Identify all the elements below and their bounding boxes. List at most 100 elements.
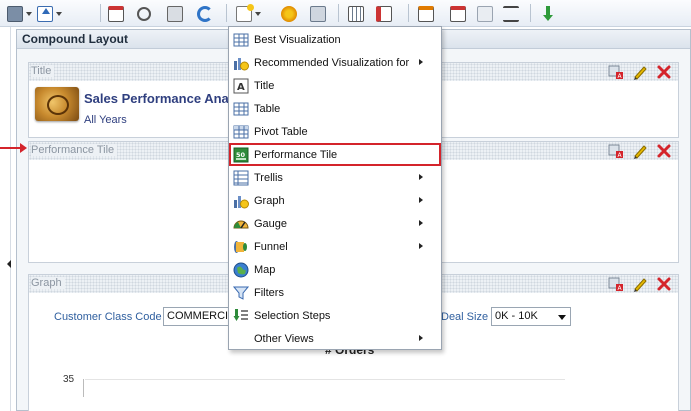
edit-pencil-icon[interactable] <box>632 276 648 292</box>
submenu-arrow-icon <box>419 335 423 341</box>
menu-item-label: Pivot Table <box>254 125 308 138</box>
graph-view-label: Graph <box>31 277 65 289</box>
view-properties-icon <box>310 5 326 22</box>
delete-view-icon <box>477 5 493 22</box>
edit-view-button[interactable] <box>376 4 392 23</box>
remove-view-icon[interactable] <box>656 143 672 159</box>
left-gutter <box>0 27 11 411</box>
menu-item-graph[interactable]: Graph <box>229 189 441 212</box>
y-axis <box>83 379 84 397</box>
graph-icon <box>234 195 249 208</box>
report-icon <box>450 5 466 22</box>
new-view-icon <box>236 3 254 22</box>
edit-pencil-icon[interactable] <box>632 143 648 159</box>
menu-item-funnel[interactable]: Funnel <box>229 235 441 258</box>
callout-arrow <box>0 147 22 149</box>
add-view-button[interactable] <box>281 4 297 23</box>
gauge-icon <box>233 220 249 228</box>
refresh-button[interactable] <box>197 4 213 23</box>
preview-icon <box>137 6 151 21</box>
submenu-arrow-icon <box>419 59 423 65</box>
download-button[interactable] <box>540 4 556 23</box>
menu-item-title[interactable]: A Title <box>229 74 441 97</box>
submenu-arrow-icon <box>419 243 423 249</box>
menu-item-recommended-visualization[interactable]: Recommended Visualization for <box>229 51 441 74</box>
view-subtitle: All Years <box>84 114 127 126</box>
menu-item-filters[interactable]: Filters <box>229 281 441 304</box>
customer-class-label: Customer Class Code <box>54 311 162 323</box>
title-logo <box>35 87 79 121</box>
schedule-icon <box>108 5 124 22</box>
format-view-icon[interactable]: A <box>608 276 624 292</box>
remove-view-icon[interactable] <box>656 64 672 80</box>
schedule-button[interactable] <box>108 4 124 23</box>
export-icon <box>37 5 53 22</box>
menu-item-performance-tile[interactable]: 50 Performance Tile <box>229 143 441 166</box>
menu-item-label: Gauge <box>254 217 288 230</box>
performance-tile-icon: 50 <box>233 147 249 162</box>
format-view-icon[interactable]: A <box>608 64 624 80</box>
filters-icon <box>233 286 249 300</box>
print-options-button[interactable] <box>167 4 183 23</box>
svg-text:50: 50 <box>236 151 246 159</box>
menu-item-gauge[interactable]: Gauge <box>229 212 441 235</box>
pivot-table-icon <box>233 125 249 138</box>
delete-view-button[interactable] <box>477 4 493 23</box>
trellis-icon <box>233 170 249 185</box>
download-icon <box>540 5 556 22</box>
menu-item-label: Performance Tile <box>254 148 338 161</box>
submenu-arrow-icon <box>419 197 423 203</box>
menu-item-label: Trellis <box>254 171 283 184</box>
menu-item-table[interactable]: Table <box>229 97 441 120</box>
prompt-button[interactable] <box>503 4 519 23</box>
menu-item-label: Other Views <box>254 332 314 345</box>
menu-item-label: Map <box>254 263 276 276</box>
refresh-icon <box>197 5 213 22</box>
recommended-chart-icon <box>234 57 249 70</box>
view-properties-button[interactable] <box>310 4 326 23</box>
table-icon <box>233 102 249 115</box>
print-icon <box>7 5 23 22</box>
edit-view-icon <box>376 5 392 22</box>
grid-line <box>85 379 565 380</box>
chevron-down-icon <box>558 315 566 320</box>
menu-item-other-views[interactable]: Other Views <box>229 327 441 350</box>
callout-arrow-head <box>20 143 27 153</box>
y-axis-tick: 35 <box>63 374 75 385</box>
menu-item-trellis[interactable]: Trellis <box>229 166 441 189</box>
menu-item-label: Recommended Visualization for <box>254 56 410 69</box>
menu-item-selection-steps[interactable]: Selection Steps <box>229 304 441 327</box>
remove-view-icon[interactable] <box>656 276 672 292</box>
table-grid-icon <box>233 33 249 46</box>
deal-size-label: Deal Size <box>441 311 489 323</box>
new-view-button[interactable] <box>236 3 261 23</box>
menu-item-label: Table <box>254 102 281 115</box>
edit-pencil-icon[interactable] <box>632 64 648 80</box>
edit-columns-button[interactable] <box>348 4 364 23</box>
menu-item-label: Title <box>254 79 275 92</box>
menu-item-label: Best Visualization <box>254 33 341 46</box>
menu-item-label: Funnel <box>254 240 288 253</box>
print-button[interactable] <box>7 4 32 23</box>
format-view-icon[interactable]: A <box>608 143 624 159</box>
deal-size-select[interactable]: 0K - 10K <box>491 307 571 326</box>
menu-item-best-visualization[interactable]: Best Visualization <box>229 28 441 51</box>
menu-item-label: Graph <box>254 194 285 207</box>
submenu-arrow-icon <box>419 220 423 226</box>
collapse-handle-icon[interactable] <box>7 260 11 268</box>
deal-size-value: 0K - 10K <box>495 310 538 322</box>
layout-icon <box>418 5 434 22</box>
title-view-label: Title <box>31 65 55 77</box>
submenu-arrow-icon <box>419 174 423 180</box>
print-options-icon <box>167 5 183 22</box>
preview-button[interactable] <box>137 4 151 23</box>
export-button[interactable] <box>37 4 62 23</box>
menu-item-pivot-table[interactable]: Pivot Table <box>229 120 441 143</box>
menu-item-map[interactable]: Map <box>229 258 441 281</box>
edit-columns-icon <box>348 5 364 22</box>
svg-text:A: A <box>237 82 245 93</box>
prompt-icon <box>503 5 519 22</box>
report-button[interactable] <box>450 4 466 23</box>
performance-tile-label: Performance Tile <box>31 144 118 156</box>
layout-button[interactable] <box>418 4 434 23</box>
